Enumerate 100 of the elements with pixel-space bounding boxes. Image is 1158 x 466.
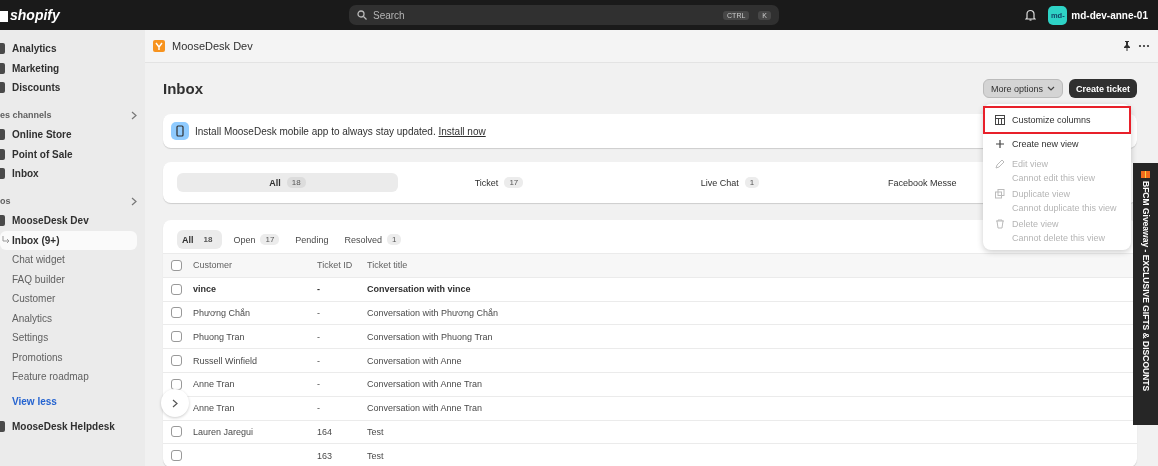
gift-icon	[1141, 169, 1150, 178]
table-cell: -	[317, 308, 320, 318]
nav-item[interactable]: Point of Sale	[0, 144, 137, 164]
status-tab[interactable]: Open 17	[228, 230, 285, 249]
search-icon	[357, 10, 367, 20]
chevron-down-icon	[1046, 86, 1055, 91]
table-cell: -	[317, 355, 320, 366]
shopify-logo[interactable]: shopify	[10, 7, 60, 23]
nav-subitem[interactable]: Customer	[0, 289, 137, 309]
nav-item[interactable]: MooseDesk Helpdesk	[0, 416, 137, 436]
nav-subitem[interactable]: Feature roadmap	[0, 367, 137, 387]
checkbox[interactable]	[171, 331, 182, 343]
nav-subitem[interactable]: Promotions	[0, 347, 137, 367]
chevron-right-icon	[172, 398, 178, 408]
checkbox[interactable]	[171, 355, 182, 367]
checkbox[interactable]	[171, 307, 182, 319]
return-arrow-icon	[0, 235, 12, 245]
section-heading: es channels	[0, 110, 52, 121]
column-header: Ticket ID	[317, 253, 367, 277]
create-ticket-button[interactable]: Create ticket	[1068, 79, 1137, 98]
table-cell: Russell Winfield	[193, 355, 258, 366]
chevron-right-icon	[131, 196, 137, 206]
column-header: Customer	[193, 253, 317, 277]
page-title: Inbox	[163, 80, 204, 97]
nav-subitem[interactable]: Chat widget	[0, 250, 137, 270]
table-cell: 163	[317, 450, 333, 461]
table-cell: Conversation with Phuong Tran	[367, 331, 493, 342]
nav-item[interactable]: Discounts	[0, 78, 137, 98]
menu-item-label: Delete view	[1012, 219, 1060, 229]
nav-item[interactable]: Inbox	[0, 164, 137, 184]
menu-item-note: Cannot delete this view	[1012, 233, 1106, 243]
bell-icon[interactable]	[1025, 9, 1037, 21]
menu-item-label: Duplicate view	[1012, 189, 1072, 199]
nav-subitem[interactable]: Inbox (9+)	[0, 230, 137, 250]
table-cell: 164	[317, 426, 333, 437]
table-cell: vince	[193, 284, 216, 295]
nav-subitem[interactable]: Settings	[0, 328, 137, 348]
table-cell: -	[317, 331, 320, 342]
more-options-button[interactable]: More options	[982, 79, 1063, 98]
install-now-link[interactable]: Install now	[438, 125, 486, 137]
nav-item[interactable]: Online Store	[0, 125, 137, 145]
trash-icon	[995, 219, 1005, 229]
copy-icon	[995, 189, 1005, 199]
view-less-link[interactable]: View less	[0, 391, 137, 412]
table-cell: Conversation with vince	[367, 284, 471, 295]
count-badge: 18	[286, 177, 306, 188]
table-cell: Conversation with Phương Chắn	[367, 308, 498, 318]
pencil-icon	[995, 159, 1005, 169]
status-tab[interactable]: All 18	[177, 230, 223, 249]
table-cell: -	[317, 379, 320, 390]
pin-icon[interactable]	[1123, 41, 1131, 51]
chevron-right-icon	[131, 110, 137, 120]
more-icon[interactable]	[1138, 44, 1150, 48]
menu-item[interactable]: Customize columns	[985, 108, 1129, 132]
nav-subitem[interactable]: FAQ builder	[0, 269, 137, 289]
phone-icon	[171, 122, 189, 140]
app-logo-icon	[153, 40, 165, 52]
banner-text: Install MooseDesk mobile app to always stay updated. Install now	[195, 125, 486, 137]
checkbox[interactable]	[171, 450, 182, 462]
table-cell: Conversation with Anne Tran	[367, 379, 483, 390]
app-title: MooseDesk Dev	[172, 40, 254, 52]
section-heading: os	[0, 196, 11, 207]
status-tab[interactable]: Resolved 1	[339, 230, 407, 249]
count-badge: 17	[260, 234, 280, 245]
shopping-bag-icon	[0, 8, 8, 22]
table-cell: Conversation with Anne Tran	[367, 403, 483, 414]
channel-tab[interactable]: Ticket 17	[398, 173, 600, 192]
nav-item[interactable]: Marketing	[0, 58, 137, 78]
menu-item[interactable]: Create new view	[985, 132, 1129, 156]
table-cell: -	[317, 403, 320, 414]
status-tab[interactable]: Pending	[290, 230, 334, 249]
table-cell: -	[317, 284, 320, 295]
checkbox[interactable]	[171, 259, 182, 271]
plus-icon	[995, 139, 1005, 149]
menu-item-note: Cannot duplicate this view	[1012, 203, 1117, 213]
table-cell: Lauren Jaregui	[193, 426, 254, 437]
promo-tab[interactable]: BFCM Giveaway - EXCLUSIVE GIFTS & DISCOUNTS	[1133, 163, 1158, 425]
count-badge: 1	[386, 234, 402, 245]
table-cell: Test	[367, 450, 384, 461]
menu-item-label: Customize columns	[1012, 115, 1091, 125]
table-cell: Phương Chắn	[193, 308, 250, 318]
table-icon	[995, 115, 1005, 125]
checkbox[interactable]	[171, 283, 182, 295]
nav-item[interactable]: MooseDesk Dev	[0, 211, 137, 231]
menu-item-label: Create new view	[1012, 139, 1079, 149]
menu-item-label: Edit view	[1012, 159, 1049, 169]
table-cell: Test	[367, 426, 384, 437]
checkbox[interactable]	[171, 426, 182, 438]
channel-tab[interactable]: All 18	[177, 173, 398, 192]
table-cell: Conversation with Anne	[367, 355, 462, 366]
nav-item[interactable]: Analytics	[0, 39, 137, 59]
table-cell: Anne Tran	[193, 403, 235, 414]
table-cell: Anne Tran	[193, 379, 235, 390]
checkbox[interactable]	[171, 378, 182, 390]
table-cell: Phuong Tran	[193, 331, 245, 342]
menu-item-note: Cannot edit this view	[1012, 173, 1096, 183]
count-badge: 17	[504, 177, 524, 188]
count-badge: 1	[744, 177, 760, 188]
channel-tab[interactable]: Live Chat 1	[600, 173, 860, 192]
nav-subitem[interactable]: Analytics	[0, 308, 137, 328]
